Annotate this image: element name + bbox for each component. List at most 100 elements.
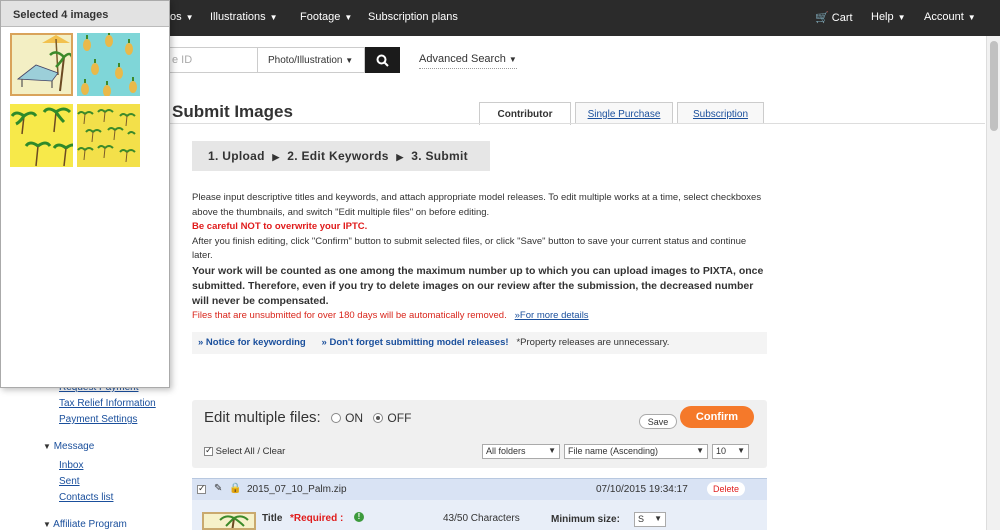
min-size-value: S <box>638 514 645 524</box>
step-indicator: 1. Upload ▶ 2. Edit Keywords ▶ 3. Submit <box>192 141 490 171</box>
sidebar-heading-label: Affiliate Program <box>53 519 127 530</box>
scrollbar[interactable] <box>986 36 1000 530</box>
radio-off-label: OFF <box>387 411 412 425</box>
triangle-right-icon: ▶ <box>272 152 280 162</box>
file-checkbox[interactable] <box>197 483 206 494</box>
nav-item-illustrations[interactable]: Illustrations ▼ <box>210 11 278 23</box>
search-input[interactable]: e ID <box>165 47 257 73</box>
sidebar-heading-label: Message <box>53 441 95 452</box>
notice-box: » Notice for keywording » Don't forget s… <box>192 332 767 354</box>
sidebar-payment-settings[interactable]: Payment Settings <box>59 414 137 425</box>
file-name: 2015_07_10_Palm.zip <box>247 484 347 495</box>
edit-multiple-label: Edit multiple files: <box>204 409 321 426</box>
pencil-icon[interactable]: ✎ <box>214 483 222 494</box>
advanced-search-label: Advanced Search <box>419 53 506 65</box>
caret-down-icon: ▼ <box>269 13 278 22</box>
file-thumbnail[interactable] <box>202 512 256 530</box>
step-upload: 1. Upload <box>208 149 265 163</box>
nav-item-label: Footage <box>300 11 341 23</box>
sidebar-message-heading[interactable]: ▼ Message <box>43 441 94 452</box>
removal-notice: Files that are unsubmitted for over 180 … <box>192 309 507 321</box>
tab-single-purchase[interactable]: Single Purchase <box>575 102 673 124</box>
model-releases-link[interactable]: » Don't forget submitting model releases… <box>322 337 509 348</box>
palm-pattern-image <box>10 104 73 167</box>
caret-down-icon: ▼ <box>43 442 51 451</box>
more-details-link[interactable]: »For more details <box>515 310 589 321</box>
selected-images-header: Selected 4 images <box>1 1 169 27</box>
search-type-select[interactable]: Photo/Illustration ▼ <box>257 47 365 73</box>
caret-down-icon: ▼ <box>654 514 662 523</box>
beach-chair-image <box>12 35 71 94</box>
sort-select[interactable]: File name (Ascending) ▼ <box>564 444 708 459</box>
caret-down-icon: ▼ <box>508 55 517 64</box>
file-detail: Title *Required : ! 43/50 Characters Min… <box>192 500 767 530</box>
nav-cart[interactable]: 🛒 Cart <box>815 11 853 24</box>
triangle-right-icon: ▶ <box>396 152 404 162</box>
sidebar-tax-relief[interactable]: Tax Relief Information <box>59 398 156 409</box>
scrollbar-thumb[interactable] <box>990 41 998 131</box>
iptc-warning: Be careful NOT to overwrite your IPTC. <box>192 221 368 232</box>
sidebar-affiliate-heading[interactable]: ▼ Affiliate Program <box>43 519 127 530</box>
instructions-text: Please input descriptive titles and keyw… <box>192 192 762 218</box>
caret-down-icon: ▼ <box>696 446 704 455</box>
small-palm-pattern-image <box>77 104 140 167</box>
nav-account[interactable]: Account ▼ <box>924 11 976 23</box>
folder-select[interactable]: All folders ▼ <box>482 444 560 459</box>
min-size-label: Minimum size: <box>551 514 620 525</box>
property-release-note: *Property releases are unnecessary. <box>516 337 670 348</box>
sidebar-inbox[interactable]: Inbox <box>59 460 83 471</box>
cart-icon: 🛒 <box>815 12 829 24</box>
sidebar-sent[interactable]: Sent <box>59 476 80 487</box>
search-button[interactable] <box>365 47 400 73</box>
submission-notice: Your work will be counted as one among t… <box>192 264 764 307</box>
sidebar-contacts[interactable]: Contacts list <box>59 492 113 503</box>
sort-select-value: File name (Ascending) <box>568 446 659 456</box>
caret-down-icon: ▼ <box>185 13 194 22</box>
tab-contributor[interactable]: Contributor <box>479 102 571 125</box>
title-label: Title <box>262 513 283 524</box>
clear-link[interactable]: Clear <box>263 446 286 457</box>
caret-down-icon: ▼ <box>548 446 556 455</box>
radio-off[interactable] <box>373 413 384 424</box>
caret-down-icon: ▼ <box>345 56 354 65</box>
info-icon[interactable]: ! <box>354 512 364 522</box>
radio-on-label: ON <box>345 411 364 425</box>
file-row: ✎ 🔒 2015_07_10_Palm.zip 07/10/2015 19:34… <box>192 478 767 500</box>
nav-item-label: Subscription plans <box>368 11 458 23</box>
required-label: *Required : <box>290 513 344 524</box>
nav-item-label: os <box>170 11 182 23</box>
file-date: 07/10/2015 19:34:17 <box>596 484 688 495</box>
image-thumbnail-palms-small[interactable] <box>77 104 140 167</box>
instructions: Please input descriptive titles and keyw… <box>192 191 767 323</box>
lock-icon: 🔒 <box>229 483 242 494</box>
image-thumbnail-pineapple[interactable] <box>77 33 140 96</box>
pineapple-pattern-image <box>77 33 140 96</box>
keywording-notice-link[interactable]: » Notice for keywording <box>198 337 306 348</box>
caret-down-icon: ▼ <box>967 13 976 22</box>
image-thumbnail-lounge[interactable] <box>10 33 73 96</box>
caret-down-icon: ▼ <box>737 446 745 455</box>
search-type-value: Photo/Illustration <box>268 55 343 66</box>
tab-subscription[interactable]: Subscription <box>677 102 764 124</box>
select-all-checkbox[interactable] <box>204 445 213 456</box>
caret-down-icon: ▼ <box>344 13 353 22</box>
delete-button[interactable]: Delete <box>707 482 745 496</box>
nav-item-photos[interactable]: os ▼ <box>170 11 194 23</box>
save-button[interactable]: Save <box>639 414 677 429</box>
nav-help[interactable]: Help ▼ <box>871 11 906 23</box>
caret-down-icon: ▼ <box>43 520 51 529</box>
nav-item-subscription[interactable]: Subscription plans <box>368 11 458 23</box>
radio-on[interactable] <box>330 413 341 424</box>
select-all-label[interactable]: Select All <box>216 446 255 457</box>
confirm-button[interactable]: Confirm <box>680 406 754 428</box>
select-all-row: Select All / Clear <box>204 445 286 457</box>
edit-multiple-panel: Edit multiple files: ON OFF Save Confirm… <box>192 400 767 468</box>
account-label: Account <box>924 11 964 23</box>
min-size-select[interactable]: S ▼ <box>634 512 666 527</box>
image-thumbnail-palms[interactable] <box>10 104 73 167</box>
per-page-select[interactable]: 10 ▼ <box>712 444 749 459</box>
advanced-search-link[interactable]: Advanced Search ▼ <box>419 53 517 69</box>
palm-icon <box>219 515 249 528</box>
nav-item-footage[interactable]: Footage ▼ <box>300 11 352 23</box>
selected-images-panel: Selected 4 images <box>0 0 170 388</box>
